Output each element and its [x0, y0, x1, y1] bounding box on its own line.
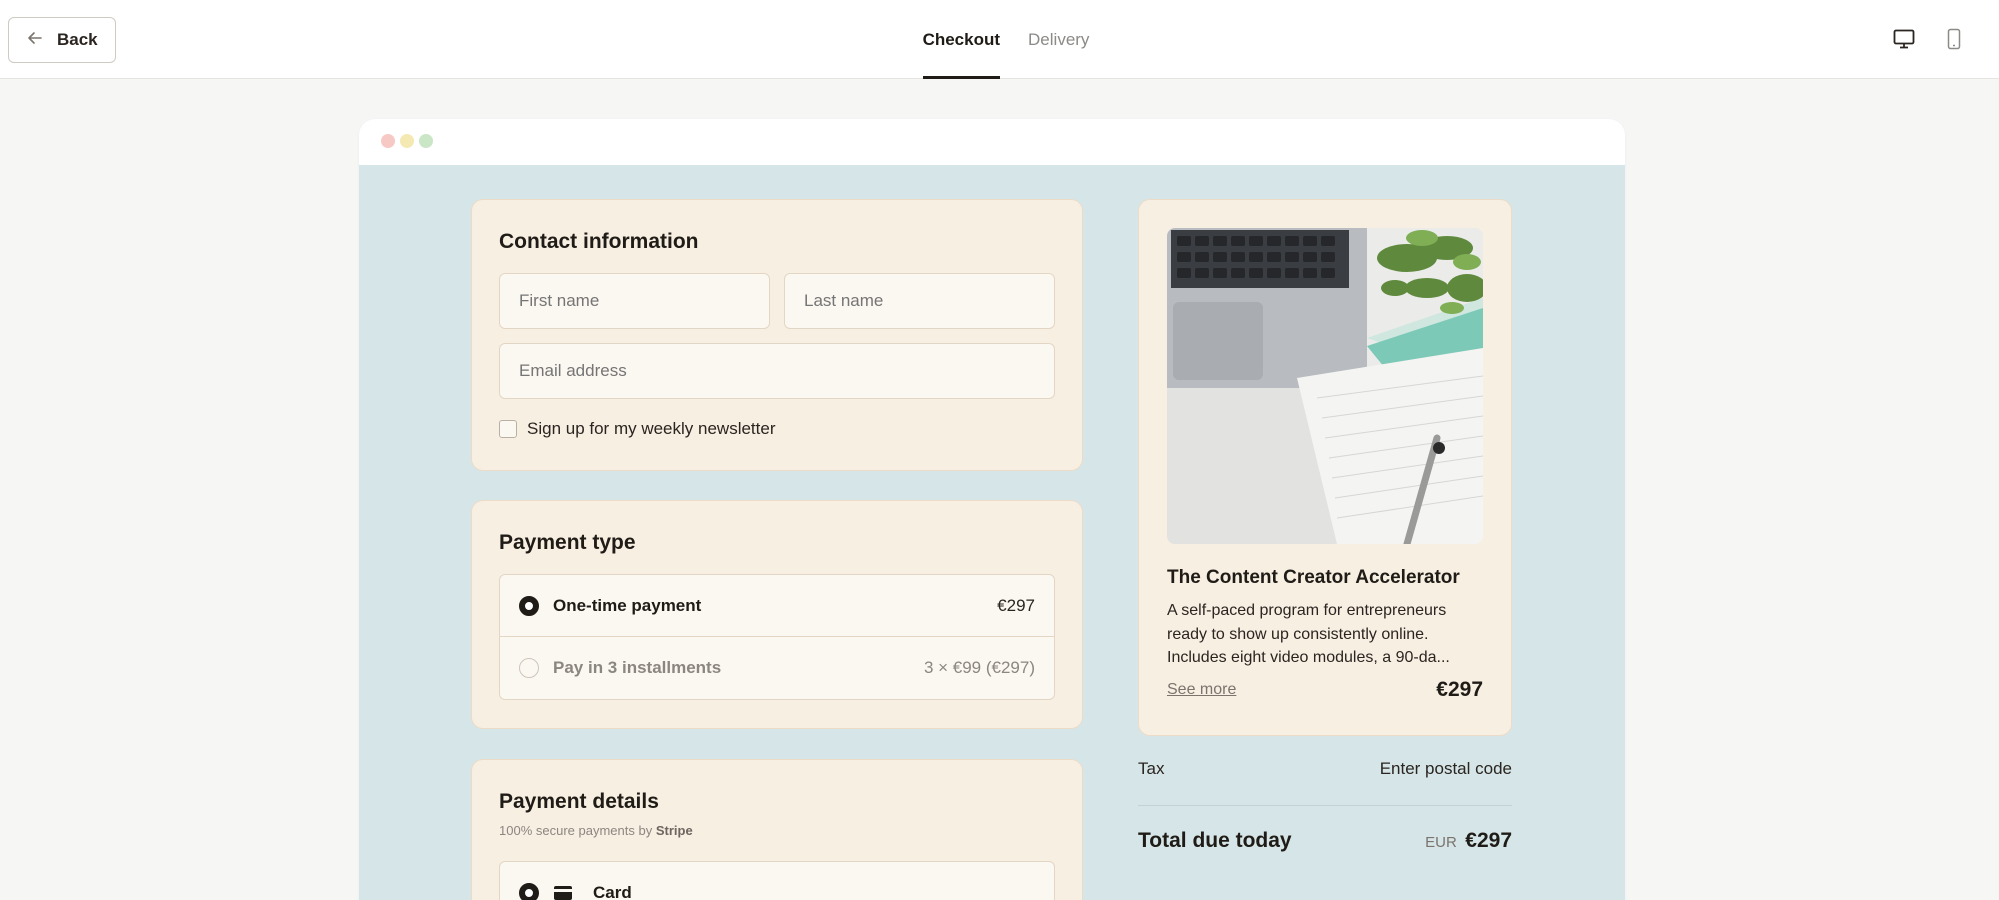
payment-type-title: Payment type: [499, 531, 636, 554]
tax-value[interactable]: Enter postal code: [1380, 759, 1512, 779]
see-more-link[interactable]: See more: [1167, 681, 1236, 699]
window-bar: [359, 119, 1625, 165]
product-title: The Content Creator Accelerator: [1167, 567, 1460, 588]
total-label: Total due today: [1138, 829, 1292, 852]
first-name-input[interactable]: [499, 273, 770, 329]
mobile-view-button[interactable]: [1941, 26, 1967, 52]
secure-prefix: 100% secure payments by: [499, 823, 653, 838]
payment-details-card: Payment details 100% secure payments by …: [471, 759, 1083, 900]
radio-unselected[interactable]: [519, 658, 539, 678]
option-label: Pay in 3 installments: [553, 658, 722, 677]
tab-delivery[interactable]: Delivery: [1028, 0, 1089, 79]
newsletter-checkbox[interactable]: [499, 420, 517, 438]
total-amount: EUR €297: [1425, 829, 1512, 853]
option-price: 3 × €99 (€297): [923, 658, 1035, 677]
secure-note: 100% secure payments by Stripe: [499, 823, 693, 838]
product-price: €297: [1436, 678, 1483, 701]
option-price: €297: [997, 595, 1035, 615]
stripe-brand: Stripe: [655, 823, 693, 838]
payment-options: One-time payment €297 Pay in 3 installme…: [499, 574, 1055, 700]
window-dot-yellow: [400, 134, 414, 148]
newsletter-label: Sign up for my weekly newsletter: [527, 419, 776, 438]
checkout-canvas: Contact information Sign up for my weekl…: [359, 165, 1625, 900]
option-one-time[interactable]: One-time payment €297: [500, 575, 1054, 637]
window-dot-red: [381, 134, 395, 148]
mobile-icon: [1947, 28, 1961, 50]
tab-checkout[interactable]: Checkout: [922, 0, 1001, 79]
payment-type-card: Payment type One-time payment €297 Pay i…: [471, 500, 1083, 729]
product-image: [1167, 228, 1483, 544]
email-input[interactable]: [499, 343, 1055, 399]
desktop-icon: [1893, 29, 1915, 49]
tax-row: Tax Enter postal code: [1138, 754, 1512, 784]
payment-details-title: Payment details: [499, 790, 659, 813]
card-label: Card: [593, 883, 632, 900]
total-row: Total due today EUR €297: [1138, 823, 1512, 859]
tax-label: Tax: [1138, 759, 1165, 778]
radio-selected[interactable]: [519, 883, 539, 900]
tab-bar: Checkout Delivery: [0, 0, 1999, 79]
option-label: One-time payment: [553, 595, 702, 615]
option-card[interactable]: Card: [500, 862, 1054, 900]
card-method-box: Card: [499, 861, 1055, 900]
product-description: A self-paced program for entrepreneurs r…: [1167, 602, 1450, 666]
radio-selected[interactable]: [519, 595, 539, 616]
window-dot-green: [419, 134, 433, 148]
summary-divider: [1138, 805, 1512, 806]
newsletter-row[interactable]: Sign up for my weekly newsletter: [499, 419, 776, 439]
product-card: The Content Creator Accelerator A self-p…: [1138, 199, 1512, 736]
contact-card: Contact information Sign up for my weekl…: [471, 199, 1083, 471]
currency-code: EUR: [1425, 834, 1457, 851]
last-name-input[interactable]: [784, 273, 1055, 329]
top-bar: Back Checkout Delivery: [0, 0, 1999, 79]
preview-frame: Contact information Sign up for my weekl…: [359, 119, 1625, 900]
option-installments[interactable]: Pay in 3 installments 3 × €99 (€297): [500, 637, 1054, 699]
credit-card-icon: [554, 886, 572, 900]
contact-title: Contact information: [499, 230, 699, 253]
total-value: €297: [1465, 829, 1512, 852]
desktop-view-button[interactable]: [1891, 26, 1917, 52]
